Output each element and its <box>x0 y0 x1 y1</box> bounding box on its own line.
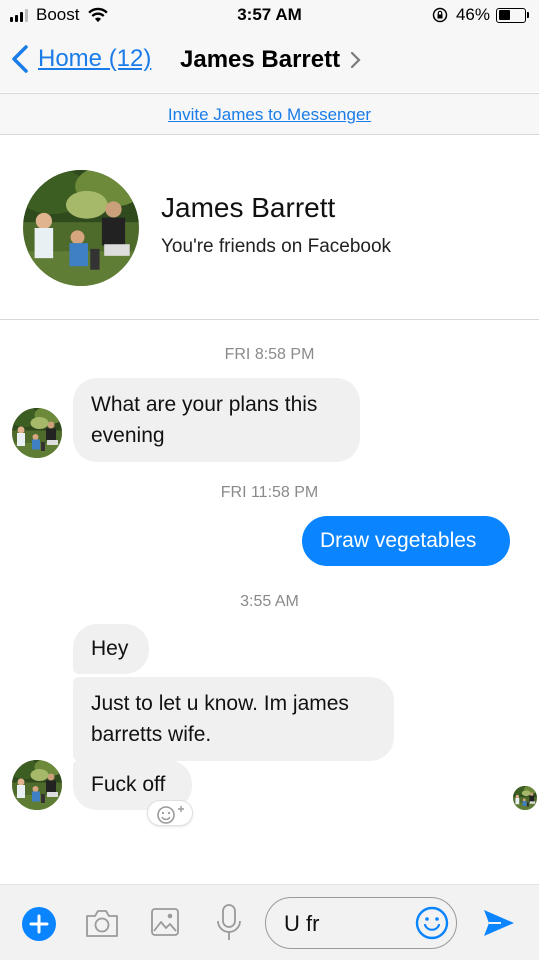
chevron-right-icon <box>350 51 361 69</box>
status-right: 46% <box>432 5 529 25</box>
image-icon[interactable] <box>150 907 180 937</box>
message-input-text: U fr <box>284 911 320 936</box>
composer: U fr <box>0 884 539 960</box>
emoji-icon[interactable] <box>414 905 450 941</box>
conversation-title[interactable]: James Barrett <box>180 46 362 74</box>
camera-icon[interactable] <box>84 907 120 939</box>
battery-percent: 46% <box>455 5 490 24</box>
message-bubble[interactable]: Hey <box>73 624 149 674</box>
send-icon[interactable] <box>481 907 517 939</box>
back-label: Home (12) <box>38 45 152 72</box>
avatar[interactable] <box>23 170 139 286</box>
message-input[interactable]: U fr <box>265 897 457 949</box>
battery-level <box>498 10 510 20</box>
orientation-lock-icon <box>432 7 448 23</box>
seen-indicator-avatar <box>513 786 537 810</box>
message-bubble[interactable]: Just to let u know. Im james barretts wi… <box>73 677 394 761</box>
profile-name: James Barrett <box>161 192 336 223</box>
status-bar: Boost 3:57 AM 46% <box>0 0 539 30</box>
message-bubble[interactable]: What are your plans this evening <box>73 378 360 462</box>
invite-bar: Invite James to Messenger <box>0 93 539 135</box>
timestamp: 3:55 AM <box>240 593 299 610</box>
avatar[interactable] <box>12 408 62 458</box>
add-reaction-button[interactable] <box>147 800 193 826</box>
plus-icon[interactable] <box>22 907 56 941</box>
back-button[interactable]: Home (12) <box>10 44 151 74</box>
message-bubble[interactable]: Draw vegetables <box>302 516 510 566</box>
chevron-left-icon <box>12 45 28 73</box>
avatar[interactable] <box>12 760 62 810</box>
battery-cap <box>527 12 529 18</box>
nav-title: James Barrett <box>180 46 341 73</box>
battery-icon <box>496 7 526 23</box>
nav-bar: Home (12) James Barrett <box>0 30 539 92</box>
microphone-icon[interactable] <box>215 903 243 943</box>
add-reaction-icon <box>157 806 184 824</box>
timestamp: FRI 11:58 PM <box>220 484 319 501</box>
friendship-status: You're friends on Facebook <box>161 236 392 257</box>
profile-header: James Barrett You're friends on Facebook <box>0 136 539 320</box>
timestamp: FRI 8:58 PM <box>224 346 315 363</box>
invite-link[interactable]: Invite James to Messenger <box>168 105 371 125</box>
